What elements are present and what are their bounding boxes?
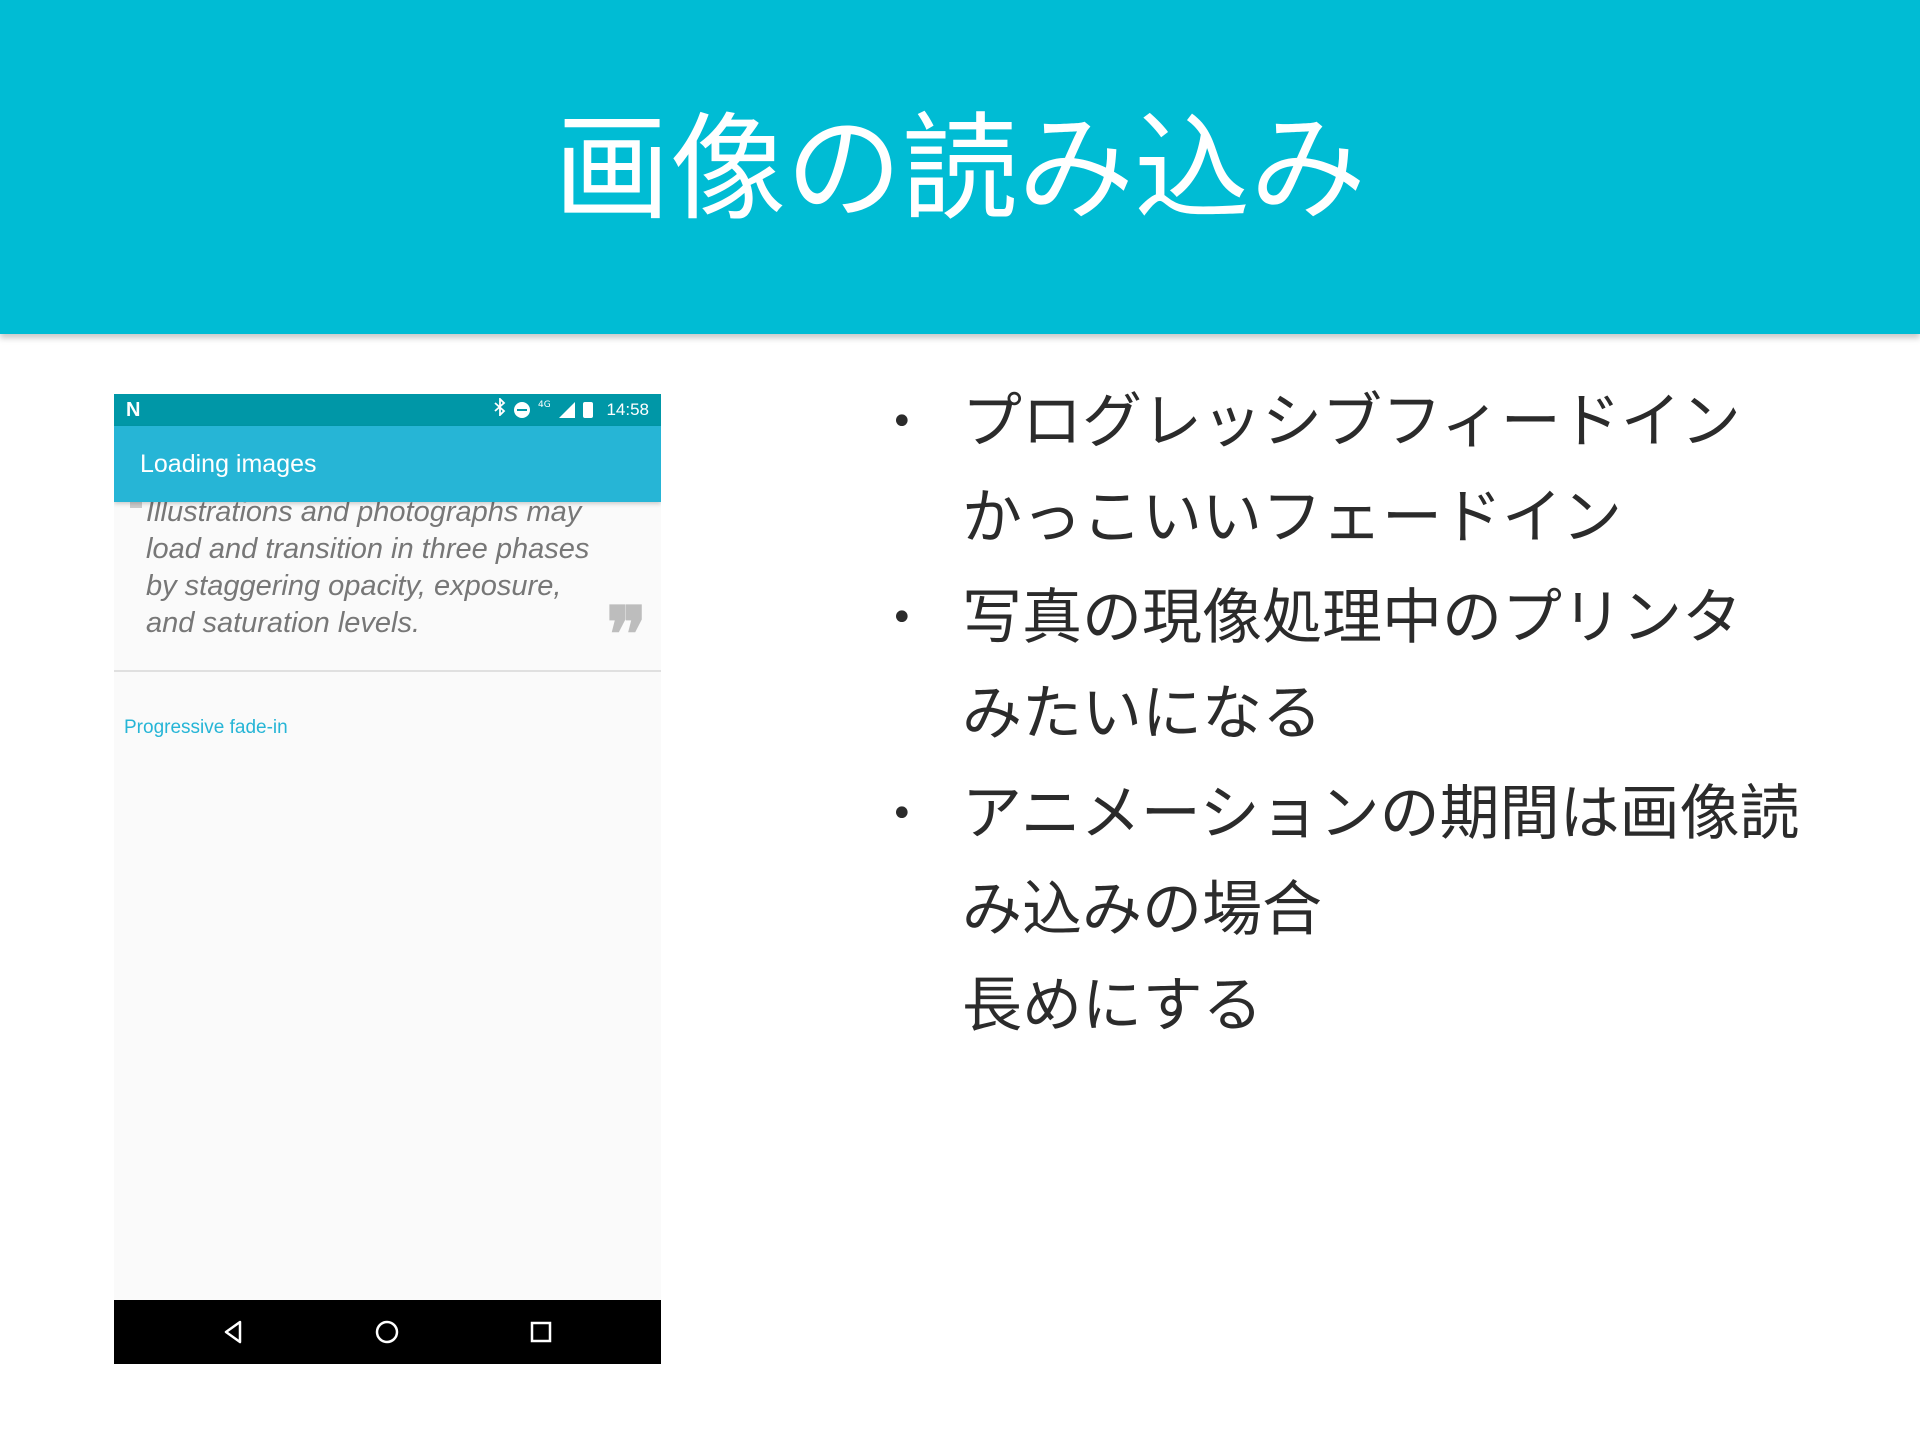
status-time: 14:58 [606, 400, 649, 419]
do-not-disturb-icon [514, 402, 530, 418]
app-bar: Loading images [114, 426, 661, 502]
bluetooth-icon [494, 396, 506, 422]
quote-text: Illustrations and photographs may load a… [146, 494, 636, 642]
phone-screenshot: N 4G 14:58 Loading images Illustrations … [114, 394, 661, 1364]
carrier-icon: N [126, 399, 141, 421]
close-quote-icon: ❞ [606, 594, 647, 678]
bullet-line: 長めにする [962, 971, 1263, 1041]
home-icon[interactable] [371, 1316, 403, 1348]
battery-icon [582, 402, 593, 418]
bullet-line: み込みの場合 [962, 875, 1322, 945]
bullet-item: 写真の現像処理中のプリンタ みたいになる [890, 570, 1900, 762]
open-quote-icon [130, 502, 142, 508]
back-icon[interactable] [218, 1316, 250, 1348]
bullet-line: アニメーションの期間は画像読 [962, 779, 1800, 849]
bullet-line: かっこいいフェードイン [962, 483, 1622, 553]
bullet-item: アニメーションの期間は画像読 み込みの場合 長めにする [890, 766, 1900, 1054]
app-title: Loading images [140, 450, 317, 478]
bullet-list: プログレッシブフィードイン かっこいいフェードイン 写真の現像処理中のプリンタ … [890, 374, 1900, 1058]
signal-icon [558, 402, 575, 418]
navigation-bar [114, 1300, 661, 1364]
bullet-line: 写真の現像処理中のプリンタ [962, 583, 1742, 653]
bullet-item: プログレッシブフィードイン かっこいいフェードイン [890, 374, 1900, 566]
section-label[interactable]: Progressive fade-in [124, 716, 288, 740]
bullet-line: プログレッシブフィードイン [962, 387, 1741, 457]
quote-block: Illustrations and photographs may load a… [114, 494, 661, 678]
quote-line: by staggering opacity, exposure, [146, 570, 562, 602]
slide-title: 画像の読み込み [554, 102, 1366, 237]
recents-icon[interactable] [525, 1316, 557, 1348]
network-type-label: 4G [538, 400, 551, 410]
slide-header: 画像の読み込み [0, 0, 1920, 334]
quote-line: and saturation levels. [146, 607, 421, 639]
bullet-line: みたいになる [962, 679, 1322, 749]
status-icons: 4G [494, 396, 593, 422]
status-bar: N 4G 14:58 [114, 394, 661, 426]
quote-line: load and transition in three phases [146, 533, 590, 565]
